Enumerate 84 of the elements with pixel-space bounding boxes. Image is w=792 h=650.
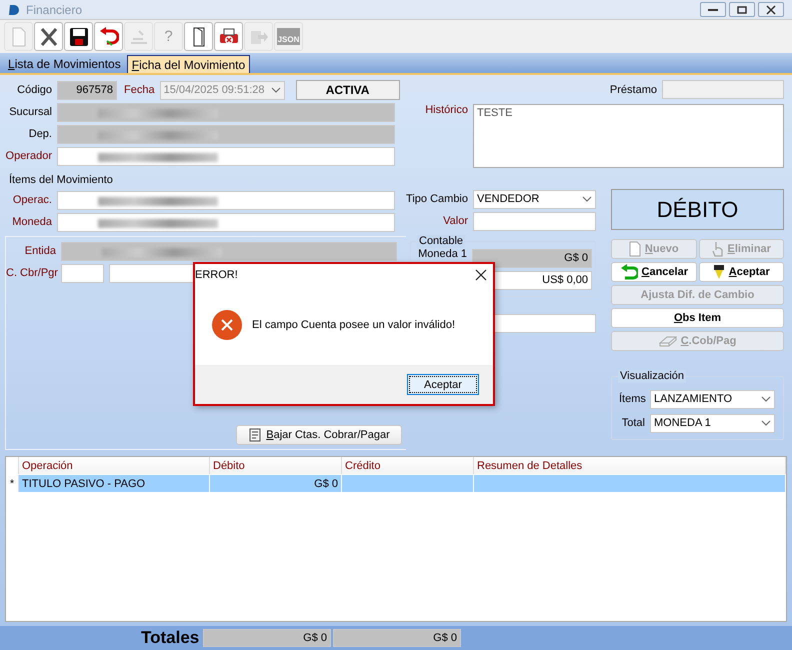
eraser-icon [658, 334, 677, 348]
input-field[interactable] [662, 80, 784, 99]
minimize-icon [708, 8, 718, 10]
pen-icon [712, 264, 725, 280]
dropdown[interactable]: MONEDA 1 [650, 414, 775, 432]
group-title: Visualización [618, 370, 686, 383]
status-box: ACTIVA [296, 80, 400, 100]
field-label: Moneda 1 [417, 248, 467, 260]
field-label: Tipo Cambio [406, 193, 468, 205]
field-label: Fecha [124, 84, 155, 96]
door-icon [192, 26, 204, 46]
group-title: Contable [417, 235, 466, 248]
minimize-button[interactable] [700, 2, 726, 17]
accept-button[interactable]: Aceptar [407, 374, 479, 395]
field-label: Total [620, 417, 645, 429]
window-title: Financiero [26, 2, 82, 16]
field-label: Operac. [12, 194, 52, 206]
page-icon [12, 26, 26, 46]
column-header[interactable]: Crédito [342, 457, 474, 474]
column-header[interactable]: Operación [19, 457, 210, 474]
field-label: Dep. [28, 128, 52, 140]
json-icon: JSON [276, 28, 300, 45]
input-field[interactable] [57, 146, 395, 166]
action-button[interactable]: Cancelar [611, 262, 696, 282]
bajar-button[interactable]: Bajar Ctas. Cobrar/Pagar [236, 425, 402, 445]
chevron-down-icon [761, 396, 771, 402]
action-button[interactable]: Aceptar [698, 262, 784, 282]
app-logo-icon [8, 4, 20, 16]
page-icon [628, 241, 641, 257]
undo-arrow-icon [98, 26, 118, 46]
code-field[interactable]: 967578 [57, 80, 117, 100]
close-icon [766, 4, 776, 14]
tab[interactable]: Ficha del Movimiento [126, 55, 250, 73]
totals-label: Totales [141, 628, 200, 648]
field-label: Operador [4, 150, 52, 162]
toolbar-button[interactable] [214, 22, 243, 51]
restore-button[interactable] [729, 2, 755, 17]
table-cell: TITULO PASIVO - PAGO [19, 475, 210, 492]
close-button[interactable] [758, 2, 784, 17]
field-label: Sucursal [8, 106, 52, 118]
table-row[interactable]: * TITULO PASIVO - PAGO G$ 0 [6, 475, 786, 493]
dialog-title: ERROR! [195, 268, 238, 280]
error-icon [212, 310, 242, 340]
field-label: Histórico [424, 104, 468, 118]
field-label: Ítems [619, 393, 645, 405]
total-field: G$ 0 [203, 629, 331, 647]
dropdown[interactable]: LANZAMIENTO [650, 390, 775, 408]
column-header[interactable]: Débito [210, 457, 342, 474]
help-icon: ? [164, 28, 173, 45]
column-header[interactable]: Resumen de Detalles [474, 457, 786, 474]
toolbar-button[interactable] [64, 22, 93, 51]
chevron-down-icon [761, 420, 771, 426]
chevron-down-icon [582, 196, 592, 202]
close-icon [475, 268, 487, 280]
input-field[interactable] [57, 190, 395, 210]
toolbar-button[interactable] [184, 22, 213, 51]
return-arrow-icon [620, 264, 638, 280]
field-label: Entida [24, 245, 56, 257]
dropdown[interactable]: VENDEDOR [473, 190, 596, 208]
hand-icon [712, 241, 724, 257]
toolbar-button[interactable] [34, 22, 63, 51]
close-button[interactable] [475, 268, 487, 280]
field-label: Código [16, 84, 52, 96]
document-icon [248, 428, 262, 442]
input-field[interactable] [61, 264, 104, 282]
maximize-icon [737, 4, 747, 14]
section-title: Ítems del Movimiento [8, 174, 114, 188]
total-field: G$ 0 [333, 629, 461, 647]
field-label: Préstamo [610, 84, 657, 96]
input-field[interactable] [473, 212, 596, 230]
field-label: Moneda [11, 216, 52, 228]
chevron-down-icon [270, 87, 281, 93]
dialog-message: El campo Cuenta posee un valor inválido! [252, 319, 456, 331]
field-label: C. Cbr/Pgr [6, 267, 56, 279]
amount-field[interactable]: G$ 0 [472, 248, 592, 268]
tab[interactable]: Lista de Movimientos [4, 55, 125, 73]
row-marker: * [6, 475, 19, 492]
movement-type-box: DÉBITO [611, 189, 784, 230]
input-field[interactable] [57, 212, 395, 232]
cross-icon [40, 26, 58, 46]
action-button[interactable]: Obs Item [611, 308, 784, 328]
text-area[interactable]: TESTE [473, 104, 784, 168]
table-cell: G$ 0 [210, 475, 342, 492]
field-label: Valor [442, 215, 468, 227]
